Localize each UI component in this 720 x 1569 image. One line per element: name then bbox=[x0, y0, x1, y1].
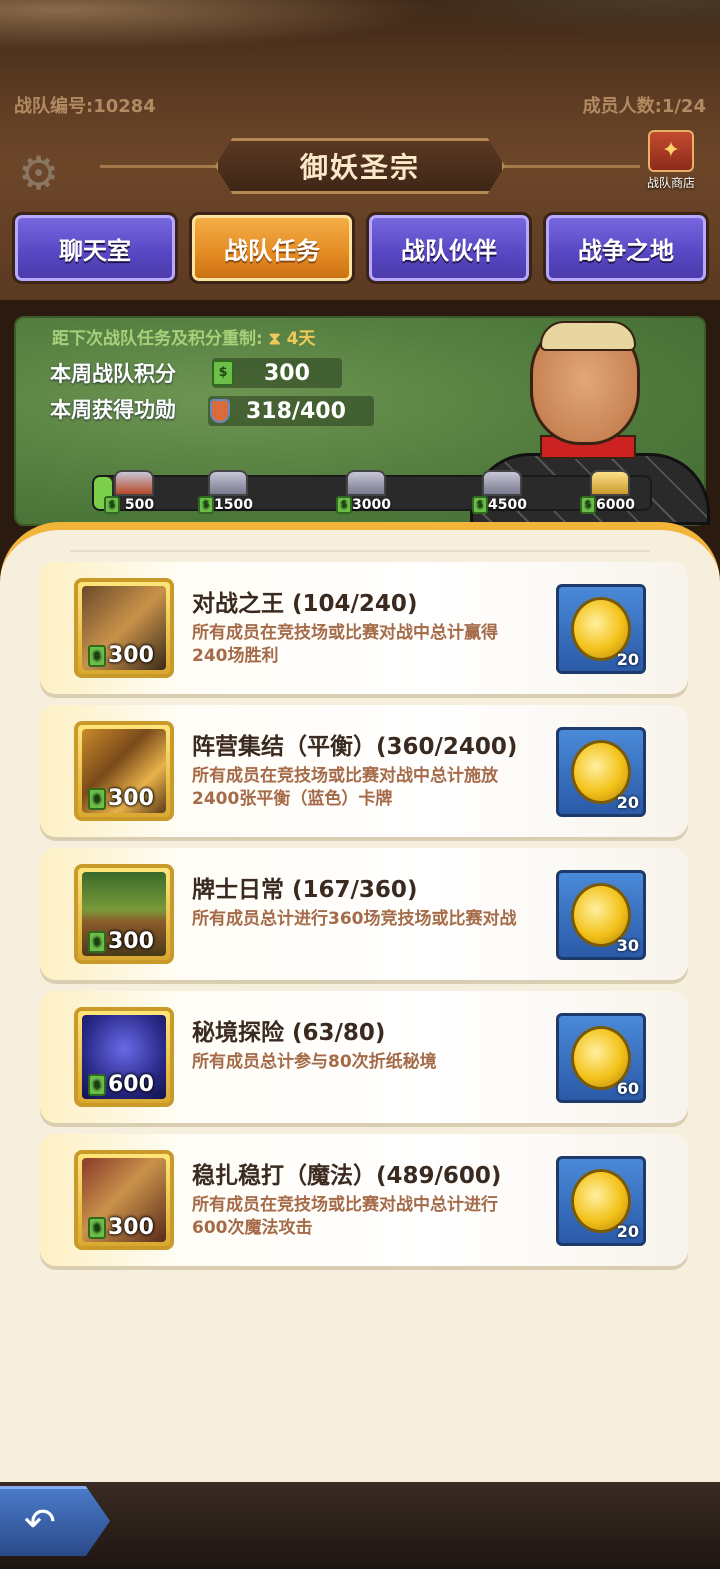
milestone-label: 6000 bbox=[596, 497, 635, 513]
weekly-points-pill: $ 300 bbox=[212, 358, 342, 388]
weekly-points-value: 300 bbox=[264, 360, 310, 386]
task-points: $300 bbox=[88, 643, 154, 668]
back-arrow-icon: ↶ bbox=[24, 1500, 56, 1544]
task-icon: $300 bbox=[74, 578, 174, 678]
team-name: 御妖圣宗 bbox=[299, 151, 420, 184]
milestone-value: $ 500 bbox=[104, 496, 154, 514]
team-shop-button[interactable]: ✦ 战队商店 bbox=[640, 130, 702, 192]
reward-quantity: 20 bbox=[616, 1222, 639, 1241]
task-description: 所有成员在竞技场或比赛对战中总计进行600次魔法攻击 bbox=[192, 1195, 498, 1238]
bottom-bar bbox=[0, 1482, 720, 1569]
milestone-value: $6000 bbox=[580, 496, 635, 514]
task-points-value: 300 bbox=[108, 643, 154, 668]
task-card[interactable]: $600 秘境探险 (63/80) 所有成员总计参与80次折纸秘境 60 bbox=[40, 991, 688, 1123]
task-reward[interactable]: 30 bbox=[556, 870, 646, 960]
ticket-icon: $ bbox=[88, 1216, 106, 1239]
task-reward[interactable]: 60 bbox=[556, 1013, 646, 1103]
task-description: 所有成员总计进行360场竞技场或比赛对战 bbox=[192, 909, 517, 929]
task-title: 牌士日常 (167/360) bbox=[192, 877, 418, 903]
reward-quantity: 60 bbox=[616, 1079, 639, 1098]
shop-icon: ✦ bbox=[648, 130, 694, 172]
milestone-value: $3000 bbox=[336, 496, 391, 514]
reset-text: 距下次战队任务及积分重制: bbox=[52, 329, 263, 349]
reward-quantity: 30 bbox=[616, 936, 639, 955]
panel-divider bbox=[70, 550, 650, 552]
chest-icon bbox=[114, 470, 154, 496]
task-points: $300 bbox=[88, 786, 154, 811]
banner-line-right bbox=[500, 165, 640, 168]
ticket-icon: $ bbox=[198, 496, 214, 514]
ticket-icon: $ bbox=[336, 496, 352, 514]
tab-war-land[interactable]: 战争之地 bbox=[543, 212, 709, 284]
reward-quantity: 20 bbox=[616, 793, 639, 812]
chest-icon bbox=[482, 470, 522, 496]
task-icon: $600 bbox=[74, 1007, 174, 1107]
task-points-value: 300 bbox=[108, 929, 154, 954]
task-icon: $300 bbox=[74, 1150, 174, 1250]
task-title: 稳扎稳打（魔法）(489/600) bbox=[192, 1163, 502, 1189]
task-icon: $300 bbox=[74, 864, 174, 964]
ticket-icon: $ bbox=[580, 496, 596, 514]
task-points-value: 300 bbox=[108, 786, 154, 811]
milestone-label: 1500 bbox=[214, 497, 253, 513]
milestone-label: 4500 bbox=[488, 497, 527, 513]
tab-team-partners[interactable]: 战队伙伴 bbox=[366, 212, 532, 284]
task-card[interactable]: $300 稳扎稳打（魔法）(489/600) 所有成员在竞技场或比赛对战中总计进… bbox=[40, 1134, 688, 1266]
tab-chat[interactable]: 聊天室 bbox=[12, 212, 178, 284]
task-title: 阵营集结（平衡）(360/2400) bbox=[192, 734, 518, 760]
banner-line-left bbox=[100, 165, 220, 168]
ticket-icon: $ bbox=[472, 496, 488, 514]
task-points-value: 300 bbox=[108, 1215, 154, 1240]
ticket-icon: $ bbox=[88, 930, 106, 953]
task-reward[interactable]: 20 bbox=[556, 584, 646, 674]
task-reward[interactable]: 20 bbox=[556, 727, 646, 817]
hero-hair bbox=[540, 321, 636, 351]
ticket-icon: $ bbox=[104, 496, 120, 514]
milestone-label: 3000 bbox=[352, 497, 391, 513]
task-description: 所有成员在竞技场或比赛对战中总计施放2400张平衡（蓝色）卡牌 bbox=[192, 766, 498, 809]
tab-bar: 聊天室 战队任务 战队伙伴 战争之地 bbox=[12, 212, 710, 286]
task-card[interactable]: $300 对战之王 (104/240) 所有成员在竞技场或比赛对战中总计赢得24… bbox=[40, 562, 688, 694]
task-title: 对战之王 (104/240) bbox=[192, 591, 418, 617]
hourglass-icon: ⧗ bbox=[268, 329, 281, 349]
task-points: $300 bbox=[88, 1215, 154, 1240]
header-decoration bbox=[0, 0, 720, 80]
milestone-value: $4500 bbox=[472, 496, 527, 514]
task-description: 所有成员在竞技场或比赛对战中总计赢得240场胜利 bbox=[192, 623, 498, 666]
task-points: $300 bbox=[88, 929, 154, 954]
task-icon: $300 bbox=[74, 721, 174, 821]
chest-icon bbox=[590, 470, 630, 496]
weekly-merit-pill: 318/400 bbox=[208, 396, 374, 426]
task-title: 秘境探险 (63/80) bbox=[192, 1020, 386, 1046]
ticket-icon: $ bbox=[212, 360, 234, 386]
task-card[interactable]: $300 牌士日常 (167/360) 所有成员总计进行360场竞技场或比赛对战… bbox=[40, 848, 688, 980]
reset-info: 距下次战队任务及积分重制: ⧗ 4天 bbox=[52, 324, 315, 349]
ticket-icon: $ bbox=[88, 1073, 106, 1096]
shop-label: 战队商店 bbox=[646, 176, 695, 190]
task-description: 所有成员总计参与80次折纸秘境 bbox=[192, 1052, 437, 1072]
chest-icon bbox=[346, 470, 386, 496]
shield-icon bbox=[210, 399, 230, 423]
task-points-value: 600 bbox=[108, 1072, 154, 1097]
weekly-merit-label: 本周获得功勋 bbox=[50, 398, 176, 422]
tab-team-tasks[interactable]: 战队任务 bbox=[189, 212, 355, 284]
task-card[interactable]: $300 阵营集结（平衡）(360/2400) 所有成员在竞技场或比赛对战中总计… bbox=[40, 705, 688, 837]
member-count: 成员人数:1/24 bbox=[582, 96, 706, 117]
ticket-icon: $ bbox=[88, 644, 106, 667]
chest-icon bbox=[208, 470, 248, 496]
milestone-value: $1500 bbox=[198, 496, 253, 514]
gear-icon[interactable]: ⚙ bbox=[18, 148, 78, 198]
ticket-icon: $ bbox=[88, 787, 106, 810]
team-name-banner: 御妖圣宗 bbox=[215, 138, 505, 194]
team-id: 战队编号:10284 bbox=[14, 96, 156, 117]
weekly-merit-value: 318/400 bbox=[246, 398, 346, 424]
weekly-points-label: 本周战队积分 bbox=[50, 362, 176, 386]
reward-quantity: 20 bbox=[616, 650, 639, 669]
task-reward[interactable]: 20 bbox=[556, 1156, 646, 1246]
milestone-label: 500 bbox=[124, 497, 155, 513]
reset-days: 4天 bbox=[286, 329, 316, 349]
task-points: $600 bbox=[88, 1072, 154, 1097]
